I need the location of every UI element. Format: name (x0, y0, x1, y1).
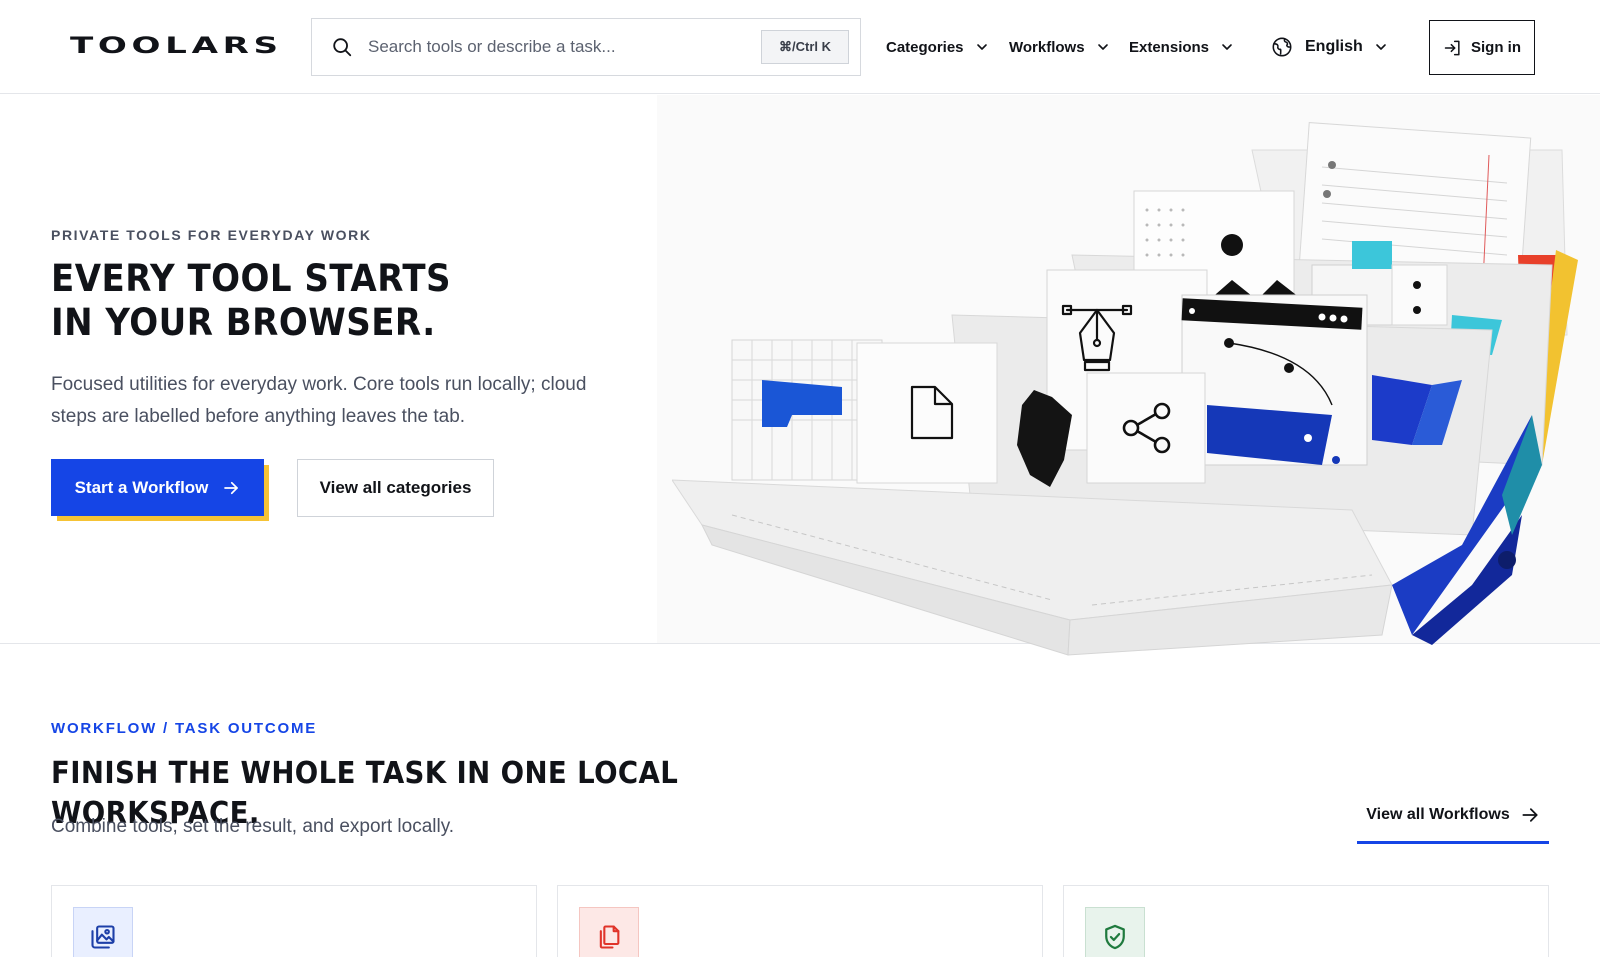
workflow-card[interactable] (1063, 885, 1549, 957)
view-all-workflows-label: View all Workflows (1366, 805, 1510, 823)
view-all-workflows-link[interactable]: View all Workflows (1357, 794, 1549, 844)
start-workflow-button[interactable]: Start a Workflow (51, 459, 264, 516)
workflow-card[interactable] (51, 885, 537, 957)
hero-eyebrow: PRIVATE TOOLS FOR EVERYDAY WORK (51, 227, 372, 243)
hero-illustration (672, 122, 1578, 656)
hero-title-line-2: IN YOUR BROWSER. (51, 301, 436, 344)
workflows-description: Combine tools, set the result, and expor… (51, 816, 455, 837)
sign-in-icon (1443, 38, 1463, 58)
search-bar[interactable]: ⌘/Ctrl K (311, 18, 861, 76)
view-all-categories-button[interactable]: View all categories (297, 459, 494, 517)
keyboard-shortcut-badge: ⌘/Ctrl K (761, 30, 849, 64)
language-label: English (1305, 38, 1363, 55)
logo-text: TOOLARS (70, 33, 283, 59)
start-workflow-label: Start a Workflow (74, 477, 209, 497)
nav-workflows-label: Workflows (1009, 38, 1085, 56)
start-workflow-button-wrapper: Start a Workflow (51, 459, 269, 521)
language-selector[interactable]: English (1271, 0, 1387, 94)
chevron-down-icon (1221, 41, 1233, 53)
nav-categories-label: Categories (886, 38, 964, 56)
workflow-card[interactable] (557, 885, 1043, 957)
arrow-right-icon (222, 479, 240, 497)
chevron-down-icon (1375, 41, 1387, 53)
nav-extensions-label: Extensions (1129, 38, 1210, 56)
globe-icon (1271, 36, 1293, 58)
hero-description: Focused utilities for everyday work. Cor… (51, 374, 587, 427)
nav-workflows[interactable]: Workflows (1009, 0, 1109, 94)
sign-in-button[interactable]: Sign in (1429, 20, 1535, 75)
shield-check-icon (1085, 907, 1145, 957)
hero-title: EVERY TOOL STARTS IN YOUR BROWSER. (51, 257, 529, 345)
search-input[interactable] (368, 37, 748, 57)
search-icon (330, 35, 354, 59)
arrow-right-icon (1520, 805, 1540, 825)
chevron-down-icon (976, 41, 988, 53)
nav-extensions[interactable]: Extensions (1129, 0, 1233, 94)
copy-files-icon (579, 907, 639, 957)
nav-categories[interactable]: Categories (886, 0, 988, 94)
images-icon (73, 907, 133, 957)
hero-section: PRIVATE TOOLS FOR EVERYDAY WORK EVERY TO… (0, 95, 1600, 656)
logo[interactable]: TOOLARS (70, 33, 278, 59)
workflows-eyebrow: WORKFLOW / TASK OUTCOME (51, 720, 318, 737)
sign-in-label: Sign in (1471, 39, 1521, 56)
hero-title-line-1: EVERY TOOL STARTS (51, 257, 452, 300)
site-header: TOOLARS ⌘/Ctrl K Categories Workflows Ex… (0, 0, 1600, 94)
chevron-down-icon (1097, 41, 1109, 53)
